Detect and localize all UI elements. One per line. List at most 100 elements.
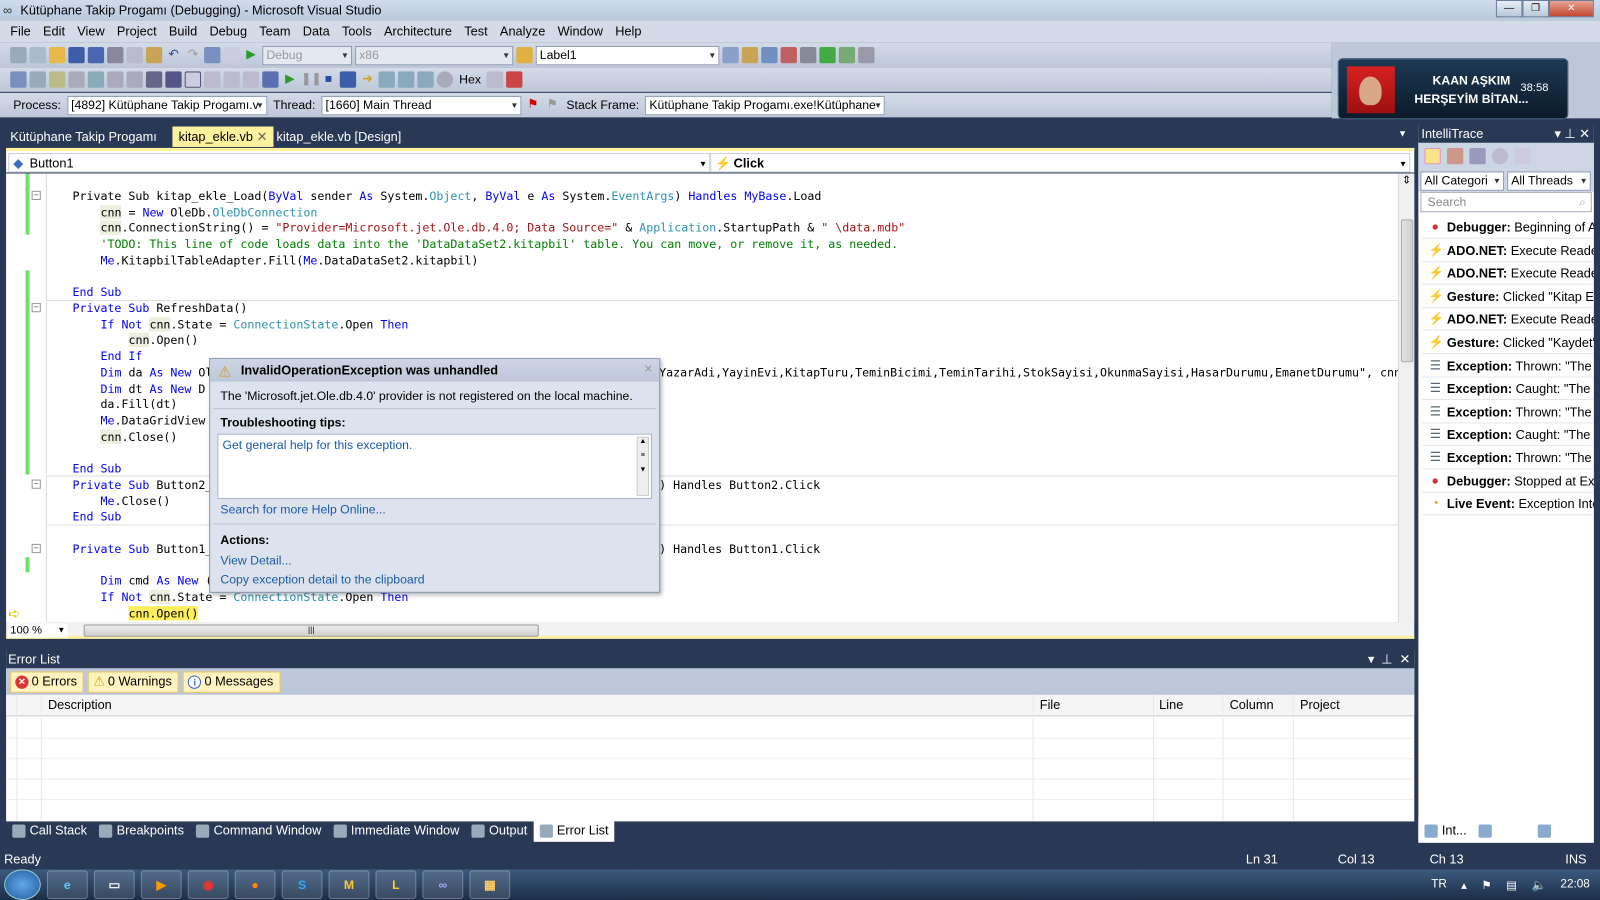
menu-team[interactable]: Team (253, 24, 296, 38)
menu-help[interactable]: Help (609, 24, 647, 38)
col-description[interactable]: Description (48, 698, 112, 712)
add-item-icon[interactable] (29, 46, 46, 64)
tab-error-list[interactable]: Error List (533, 820, 615, 842)
open-log-icon[interactable] (1514, 147, 1531, 165)
code-line[interactable]: cnn.Open() (72, 605, 199, 621)
find-icon[interactable] (516, 46, 533, 64)
intellitrace-event[interactable]: ☰Exception: Caught: "The 'M (1422, 424, 1594, 447)
code-line[interactable]: Me.Close() (72, 493, 170, 509)
right-tab-0[interactable]: Int... (1418, 820, 1473, 842)
font-icon[interactable] (68, 71, 85, 88)
col-line[interactable]: Line (1159, 698, 1183, 712)
tab-output[interactable]: Output (465, 820, 533, 841)
step-over-icon[interactable] (397, 71, 415, 88)
code-line[interactable]: If Not cnn.State = ConnectionState.Open … (72, 316, 408, 332)
view-detail-link[interactable]: View Detail... (220, 553, 291, 567)
code-line[interactable]: da.Fill(dt) (72, 396, 177, 412)
menu-tools[interactable]: Tools (336, 24, 378, 38)
code-line[interactable]: Private Sub RefreshData() (72, 300, 247, 316)
restore-button[interactable]: ❐ (1522, 0, 1549, 18)
firefox-taskbar-icon[interactable]: ● (234, 870, 276, 899)
flag-all-icon[interactable]: ⚑ (544, 97, 560, 113)
tab-immediate-window[interactable]: Immediate Window (327, 820, 465, 841)
configuration-dropdown[interactable]: Debug ▼ (262, 45, 353, 65)
intellitrace-event[interactable]: ◔Live Event: Exception Interc (1422, 493, 1594, 516)
code-line[interactable]: 'TODO: This line of code loads data into… (72, 236, 898, 252)
collapse-icon[interactable]: − (31, 479, 41, 489)
breakpoints-menu-icon[interactable] (506, 71, 523, 88)
intellitrace-event[interactable]: ☰Exception: Thrown: "The 'N (1422, 401, 1594, 424)
object-dropdown[interactable]: ◆ Button1 ▼ (8, 153, 711, 173)
code-line[interactable]: End Sub (72, 284, 121, 300)
solution-explorer-icon[interactable] (741, 46, 759, 64)
collapse-icon[interactable]: − (31, 190, 41, 200)
code-line[interactable]: Private Sub Button1_ (72, 541, 212, 557)
new-project-icon[interactable] (10, 46, 27, 64)
events-view-icon[interactable] (1424, 147, 1441, 165)
save-all-icon[interactable] (87, 46, 105, 64)
next-bookmark-icon[interactable] (223, 71, 240, 88)
code-line[interactable]: Me.KitapbilTableAdapter.Fill(Me.DataData… (72, 252, 478, 268)
member-dropdown[interactable]: ⚡ Click ▼ (710, 153, 1411, 173)
thread-filter[interactable]: All Threads ▼ (1507, 171, 1591, 191)
menu-test[interactable]: Test (458, 24, 494, 38)
calls-view-icon[interactable] (1446, 147, 1464, 165)
menu-architecture[interactable]: Architecture (378, 24, 458, 38)
explorer-taskbar-icon[interactable]: ▭ (93, 870, 135, 899)
code-line[interactable]: Dim cmd As New ( (72, 573, 212, 589)
horizontal-scroll-thumb[interactable]: ||| (83, 624, 539, 637)
code-line[interactable]: Private Sub kitap_ekle_Load(ByVal sender… (72, 188, 821, 204)
tab-overflow-icon[interactable]: ▼ (1398, 129, 1407, 139)
settings-icon[interactable] (1469, 147, 1486, 165)
col-project[interactable]: Project (1300, 698, 1340, 712)
language-indicator[interactable]: TR (1431, 879, 1447, 891)
stop-debug-icon[interactable]: ■ (320, 71, 336, 87)
intellitrace-event[interactable]: ☰Exception: Thrown: "The 'N (1422, 355, 1594, 378)
volume-icon[interactable]: 🔈 (1532, 878, 1547, 892)
code-line[interactable]: cnn.Open() (72, 332, 198, 348)
stack-frame-dropdown[interactable]: Kütüphane Takip Progamı.exe!Kütüphane ▼ (645, 95, 886, 115)
intellitrace-event[interactable]: ⚡ADO.NET: Execute Reader " (1422, 309, 1594, 332)
bookmark-icon[interactable] (184, 71, 202, 88)
vertical-scrollbar[interactable]: ⇕ (1397, 173, 1415, 623)
ie-taskbar-icon[interactable]: e (46, 870, 88, 899)
tab-call-stack[interactable]: Call Stack (6, 820, 93, 841)
right-tab-2[interactable]: Tea... (1531, 820, 1592, 841)
skype-taskbar-icon[interactable]: S (281, 870, 323, 899)
col-column[interactable]: Column (1230, 698, 1274, 712)
code-line[interactable]: Dim da As New Ol (72, 364, 212, 380)
list-icon[interactable] (87, 71, 105, 88)
code-line[interactable]: End If (72, 348, 142, 364)
search-help-online-link[interactable]: Search for more Help Online... (220, 502, 385, 516)
code-line-continuation[interactable]: ) Handles Button2.Click (659, 476, 820, 492)
intellitrace-event[interactable]: ⚡ Gesture: Clicked "Kitap Ekl (1422, 286, 1594, 308)
intellitrace-event[interactable]: ●Debugger: Stopped at Exce (1422, 470, 1594, 493)
object-browser-icon[interactable] (780, 46, 797, 64)
copy-icon[interactable] (126, 46, 143, 64)
media-player-taskbar-icon[interactable]: ▶ (140, 870, 182, 899)
find-in-files-icon[interactable] (722, 46, 739, 64)
col-file[interactable]: File (1040, 698, 1061, 712)
tab-breakpoints[interactable]: Breakpoints (93, 820, 190, 841)
intellitrace-event[interactable]: ☰Exception: Thrown: "The 'N (1422, 447, 1594, 470)
app-taskbar-icon[interactable]: ▦ (469, 870, 511, 899)
flag-icon[interactable]: ⚑ (525, 97, 541, 113)
hex-button[interactable]: Hex (459, 72, 481, 86)
restart-icon[interactable] (339, 71, 357, 88)
prev-bookmark-icon[interactable] (204, 71, 221, 88)
step-into-icon[interactable] (378, 71, 395, 88)
code-line[interactable]: cnn.Close() (72, 428, 177, 444)
undo-icon[interactable]: ↶ (165, 47, 181, 63)
platform-dropdown[interactable]: x86 ▼ (355, 45, 514, 65)
horizontal-scrollbar[interactable]: 100 % ▼ ||| (6, 622, 1415, 639)
breakpoint-window-icon[interactable] (262, 71, 279, 88)
menu-window[interactable]: Window (551, 24, 609, 38)
scroll-thumb[interactable] (1401, 219, 1414, 363)
code-line-continuation[interactable]: YazarAdi,YayinEvi,KitapTuru,TeminBicimi,… (659, 364, 1401, 380)
panel-controls[interactable]: ▾ ⊥ ✕ (1368, 650, 1410, 668)
process-dropdown[interactable]: [4892] Kütüphane Takip Progamı.v ▼ (67, 95, 268, 115)
tips-scrollbar[interactable]: ▲ ≡ ▼ (636, 436, 649, 496)
copy-exception-link[interactable]: Copy exception detail to the clipboard (220, 572, 424, 586)
network-icon[interactable]: ▤ (1506, 878, 1517, 892)
menu-edit[interactable]: Edit (37, 24, 71, 38)
